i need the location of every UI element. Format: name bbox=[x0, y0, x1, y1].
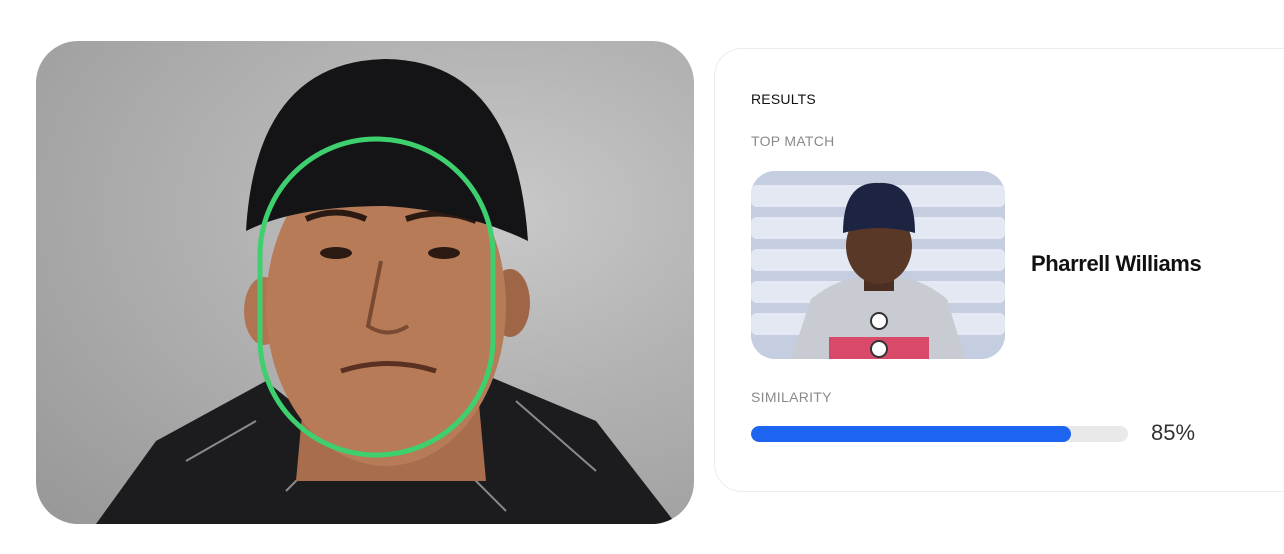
similarity-percent: 85% bbox=[1151, 420, 1196, 445]
query-photo-illustration bbox=[96, 59, 676, 524]
query-photo bbox=[36, 41, 694, 524]
top-match-label: TOP MATCH bbox=[751, 133, 835, 149]
results-title: RESULTS bbox=[751, 91, 816, 107]
similarity-bar-fill bbox=[751, 426, 1072, 442]
similarity-bar bbox=[751, 426, 1128, 442]
results-panel: RESULTS TOP MATCH Pharrell Williams SIMI… bbox=[714, 48, 1284, 492]
similarity-label: SIMILARITY bbox=[751, 389, 832, 405]
match-name: Pharrell Williams bbox=[1031, 251, 1202, 276]
top-match-photo-illustration bbox=[751, 171, 1005, 359]
top-match-photo bbox=[751, 171, 1005, 359]
